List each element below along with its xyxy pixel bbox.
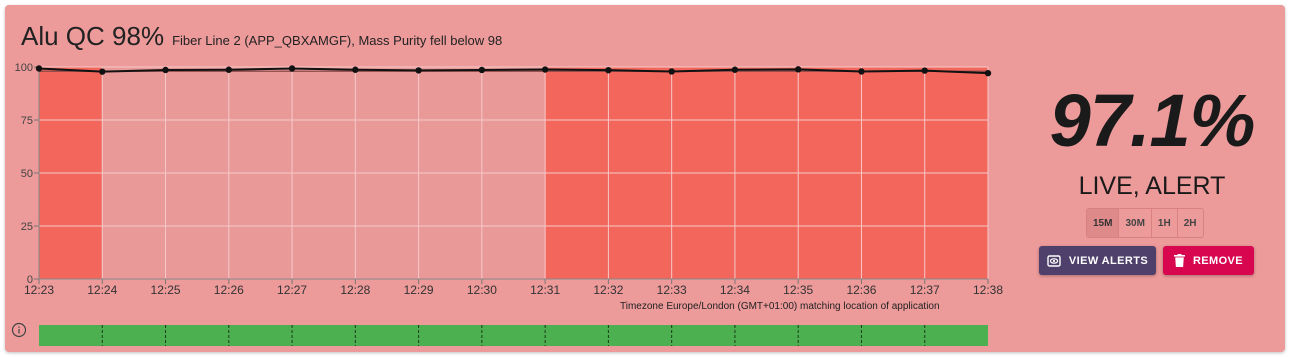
y-tick-label: 25 <box>21 221 33 233</box>
y-tick-label: 50 <box>21 168 33 180</box>
range-2h-button[interactable]: 2H <box>1178 209 1203 237</box>
data-point <box>478 66 486 74</box>
current-value: 97.1% <box>1049 79 1256 162</box>
x-tick-label: 12:36 <box>846 283 876 297</box>
data-point <box>352 66 359 73</box>
data-point <box>288 65 296 72</box>
remove-button[interactable]: REMOVE <box>1163 246 1254 275</box>
data-point <box>984 69 992 77</box>
data-point <box>541 66 549 73</box>
y-tick-label: 100 <box>15 62 33 74</box>
x-tick-label: 12:33 <box>657 283 687 297</box>
view-alerts-label: VIEW ALERTS <box>1068 254 1149 267</box>
time-range-selector: 15M 30M 1H 2H <box>1086 208 1204 238</box>
status-bar <box>39 325 988 346</box>
range-1h-button[interactable]: 1H <box>1152 209 1178 237</box>
timezone-note: Timezone Europe/London (GMT+01:00) match… <box>620 301 940 312</box>
y-tick-label: 75 <box>21 115 33 127</box>
trash-icon <box>1173 254 1185 267</box>
x-tick-label: 12:31 <box>530 283 560 297</box>
data-point <box>35 65 43 72</box>
data-point <box>668 68 675 75</box>
remove-label: REMOVE <box>1192 254 1244 267</box>
data-point <box>921 67 928 74</box>
x-tick-label: 12:25 <box>151 283 181 297</box>
data-point <box>99 68 106 75</box>
x-tick-label: 12:29 <box>404 283 434 297</box>
view-alerts-button[interactable]: VIEW ALERTS <box>1039 246 1156 275</box>
data-point <box>605 66 612 74</box>
info-icon[interactable] <box>11 322 27 338</box>
x-tick-label: 12:28 <box>340 283 370 297</box>
range-15m-button[interactable]: 15M <box>1087 209 1120 237</box>
x-tick-label: 12:38 <box>973 283 1003 297</box>
x-tick-label: 12:35 <box>783 283 813 297</box>
x-tick-label: 12:30 <box>467 283 497 297</box>
x-tick-label: 12:27 <box>277 283 307 297</box>
x-tick-label: 12:26 <box>214 283 244 297</box>
x-tick-label: 12:34 <box>720 283 750 297</box>
view-icon <box>1047 254 1061 267</box>
data-point <box>162 66 169 74</box>
data-point <box>858 68 865 75</box>
x-tick-label: 12:23 <box>24 283 54 297</box>
x-tick-label: 12:37 <box>910 283 940 297</box>
range-30m-button[interactable]: 30M <box>1119 209 1152 237</box>
data-point <box>225 66 232 73</box>
data-point <box>415 67 422 74</box>
data-point <box>731 66 739 73</box>
x-tick-label: 12:32 <box>593 283 623 297</box>
x-tick-label: 12:24 <box>87 283 117 297</box>
data-point <box>795 66 802 73</box>
status-bar-fill <box>39 325 988 346</box>
live-status: LIVE, ALERT <box>1078 172 1226 200</box>
